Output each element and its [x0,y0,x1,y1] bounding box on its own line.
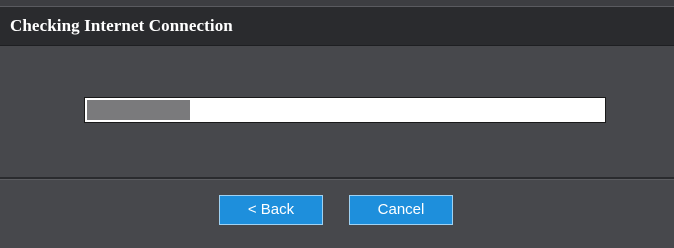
checking-connection-dialog: Checking Internet Connection < Back Canc… [0,0,674,248]
progress-bar-fill [87,100,190,120]
dialog-title: Checking Internet Connection [10,16,233,35]
back-button[interactable]: < Back [219,195,323,225]
cancel-button[interactable]: Cancel [349,195,453,225]
dialog-header: Checking Internet Connection [0,6,674,46]
progress-bar [84,97,606,123]
dialog-footer [0,180,674,248]
